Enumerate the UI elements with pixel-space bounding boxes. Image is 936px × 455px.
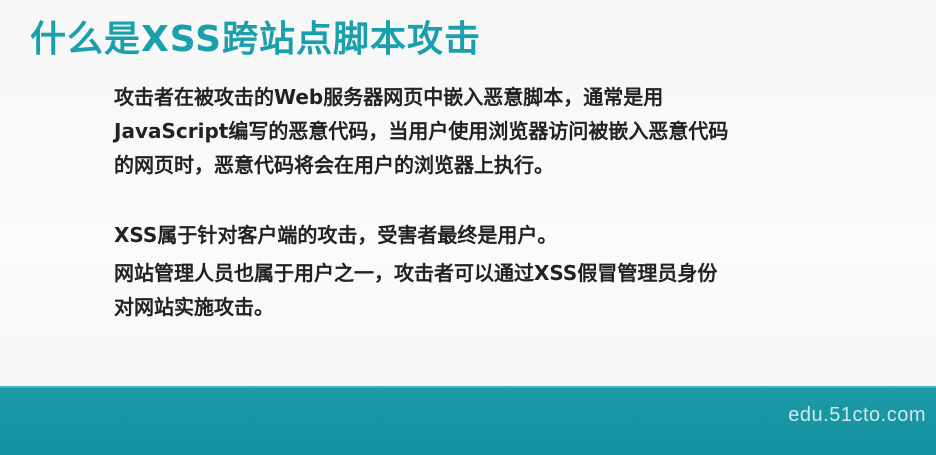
footer-band: edu.51cto.com bbox=[0, 386, 936, 455]
paragraph-admin-impersonation: 网站管理人员也属于用户之一，攻击者可以通过XSS假冒管理员身份 对网站实施攻击。 bbox=[114, 256, 874, 324]
text-line: 网站管理人员也属于用户之一，攻击者可以通过XSS假冒管理员身份 bbox=[114, 261, 718, 285]
text-line: 对网站实施攻击。 bbox=[114, 295, 274, 319]
text-line: 的网页时，恶意代码将会在用户的浏览器上执行。 bbox=[114, 153, 554, 177]
site-watermark: edu.51cto.com bbox=[788, 404, 926, 426]
paragraph-client-attack: XSS属于针对客户端的攻击，受害者最终是用户。 bbox=[114, 218, 874, 252]
slide-title: 什么是XSS跨站点脚本攻击 bbox=[30, 19, 481, 60]
footer-divider bbox=[0, 386, 936, 388]
slide-content: 攻击者在被攻击的Web服务器网页中嵌入恶意脚本，通常是用 JavaScript编… bbox=[114, 80, 874, 324]
paragraph-xss-definition: 攻击者在被攻击的Web服务器网页中嵌入恶意脚本，通常是用 JavaScript编… bbox=[114, 80, 874, 182]
text-line: JavaScript编写的恶意代码，当用户使用浏览器访问被嵌入恶意代码 bbox=[114, 119, 729, 143]
text-line: XSS属于针对客户端的攻击，受害者最终是用户。 bbox=[114, 223, 558, 247]
slide: 什么是XSS跨站点脚本攻击 攻击者在被攻击的Web服务器网页中嵌入恶意脚本，通常… bbox=[0, 0, 936, 455]
text-line: 攻击者在被攻击的Web服务器网页中嵌入恶意脚本，通常是用 bbox=[114, 85, 664, 109]
